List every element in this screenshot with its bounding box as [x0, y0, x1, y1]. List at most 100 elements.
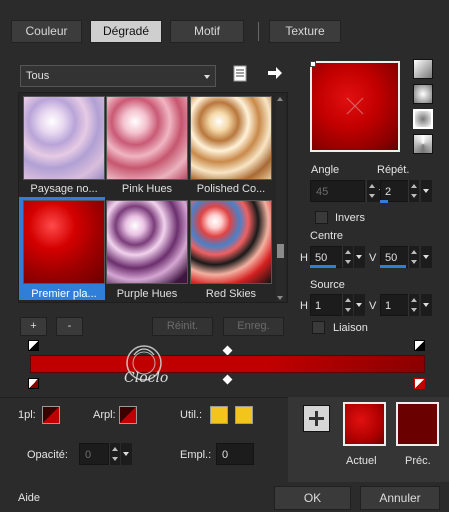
repeat-value[interactable]: 2: [385, 186, 391, 198]
center-h-label: H: [300, 252, 308, 264]
opacity-dropdown[interactable]: [121, 443, 132, 465]
source-h-dropdown[interactable]: [354, 294, 365, 316]
plus-icon: [309, 411, 324, 426]
scroll-up-icon[interactable]: [277, 97, 283, 101]
current-preview-swatch[interactable]: [343, 402, 386, 446]
add-to-swatches-button[interactable]: [303, 405, 330, 432]
scroll-down-icon[interactable]: [277, 296, 283, 300]
gradient-thumb-polished-copper[interactable]: [190, 96, 272, 180]
scrollbar-thumb[interactable]: [277, 244, 284, 258]
center-label: Centre: [310, 230, 344, 242]
gradient-label-red-skies[interactable]: Red Skies: [188, 288, 274, 300]
foreground-swatch[interactable]: [42, 406, 60, 424]
cloclo-watermark: Cloclo: [104, 333, 184, 393]
gradient-bar[interactable]: [30, 355, 425, 373]
gradient-thumb-paysage[interactable]: [23, 96, 105, 180]
location-value[interactable]: 0: [222, 449, 228, 461]
radial-style-icon[interactable]: [413, 109, 433, 129]
source-h-label: H: [300, 300, 308, 312]
background-label: Arpl:: [93, 409, 116, 421]
save-gradient-button[interactable]: Enreg.: [223, 317, 284, 336]
source-label: Source: [310, 279, 345, 291]
gradient-label-premier-plan[interactable]: Premier pla...: [21, 288, 107, 300]
angle-label: Angle: [311, 164, 340, 176]
opacity-field[interactable]: 0: [79, 443, 109, 465]
tab-texture[interactable]: Texture: [269, 20, 341, 43]
preview-corner-handle[interactable]: [310, 61, 316, 67]
gradient-thumb-pink-hues[interactable]: [106, 96, 188, 180]
invert-checkbox[interactable]: [315, 211, 328, 224]
gradient-thumb-red-skies[interactable]: [190, 200, 272, 284]
opacity-midpoint-marker[interactable]: [222, 345, 233, 356]
gradient-label-purple-hues[interactable]: Purple Hues: [104, 288, 190, 300]
bottom-left-color-stop[interactable]: [28, 378, 39, 389]
gradient-label-paysage[interactable]: Paysage no...: [21, 183, 107, 195]
add-gradient-button[interactable]: +: [20, 317, 47, 336]
remove-gradient-button[interactable]: -: [56, 317, 83, 336]
sunburst-style-icon[interactable]: [413, 134, 433, 154]
center-h-slider[interactable]: [310, 265, 336, 268]
angle-spinner[interactable]: [366, 180, 377, 202]
arrow-right-icon[interactable]: [267, 66, 283, 80]
watermark-text: Cloclo: [124, 370, 169, 386]
center-v-slider[interactable]: [380, 265, 406, 268]
category-dropdown[interactable]: Tous: [20, 65, 216, 87]
top-right-opacity-stop[interactable]: [414, 340, 425, 351]
gradient-label-pink-hues[interactable]: Pink Hues: [104, 183, 190, 195]
foreground-label: 1pl:: [18, 409, 36, 421]
user-swatch-2[interactable]: [235, 406, 253, 424]
previous-label: Préc.: [405, 455, 431, 467]
gradient-thumb-premier-plan[interactable]: [23, 200, 105, 284]
user-label: Util.:: [180, 409, 202, 421]
background-swatch[interactable]: [119, 406, 137, 424]
opacity-value[interactable]: 0: [85, 449, 91, 461]
repeat-spinner[interactable]: [408, 180, 419, 202]
location-field[interactable]: 0: [216, 443, 254, 465]
ok-button[interactable]: OK: [274, 486, 351, 510]
bottom-right-color-stop[interactable]: [414, 378, 425, 389]
source-h-value[interactable]: 1: [315, 300, 321, 312]
color-midpoint-marker[interactable]: [222, 374, 233, 385]
center-h-value[interactable]: 50: [315, 252, 327, 264]
source-v-label: V: [369, 300, 377, 312]
source-v-spinner[interactable]: [408, 294, 419, 316]
rectangular-style-icon[interactable]: [413, 84, 433, 104]
repeat-label: Répét.: [377, 164, 410, 176]
opacity-label: Opacité:: [27, 449, 68, 461]
angle-field[interactable]: 45: [310, 180, 365, 202]
tab-degrade[interactable]: Dégradé: [90, 20, 162, 43]
chevron-down-icon: [204, 75, 210, 79]
source-v-value[interactable]: 1: [385, 300, 391, 312]
tab-couleur[interactable]: Couleur: [11, 20, 82, 43]
location-label: Empl.:: [180, 449, 212, 461]
link-checkbox[interactable]: [312, 321, 325, 334]
link-label[interactable]: Liaison: [333, 322, 368, 334]
center-h-spinner[interactable]: [342, 246, 353, 268]
gradient-editor-icon[interactable]: [233, 65, 247, 82]
gradient-label-polished-copper[interactable]: Polished Co...: [188, 183, 274, 195]
tab-separator: [258, 22, 259, 41]
repeat-slider[interactable]: [380, 200, 388, 203]
repeat-dropdown[interactable]: [421, 180, 432, 202]
center-crosshair-icon[interactable]: [343, 94, 367, 118]
gradient-preview[interactable]: [310, 61, 400, 152]
center-v-spinner[interactable]: [408, 246, 419, 268]
previous-preview-swatch[interactable]: [396, 402, 439, 446]
source-h-spinner[interactable]: [342, 294, 353, 316]
opacity-spinner[interactable]: [109, 443, 120, 465]
source-v-dropdown[interactable]: [421, 294, 432, 316]
user-swatch-1[interactable]: [210, 406, 228, 424]
help-link[interactable]: Aide: [18, 492, 40, 504]
center-v-label: V: [369, 252, 377, 264]
linear-style-icon[interactable]: [413, 59, 433, 79]
angle-value[interactable]: 45: [316, 186, 328, 198]
center-v-value[interactable]: 50: [385, 252, 397, 264]
cancel-button[interactable]: Annuler: [360, 486, 440, 510]
tab-motif[interactable]: Motif: [170, 20, 244, 43]
gradient-list-scrollbar[interactable]: [276, 96, 285, 301]
center-h-dropdown[interactable]: [354, 246, 365, 268]
invert-label[interactable]: Invers: [335, 212, 365, 224]
gradient-thumb-purple-hues[interactable]: [106, 200, 188, 284]
center-v-dropdown[interactable]: [421, 246, 432, 268]
top-left-opacity-stop[interactable]: [28, 340, 39, 351]
